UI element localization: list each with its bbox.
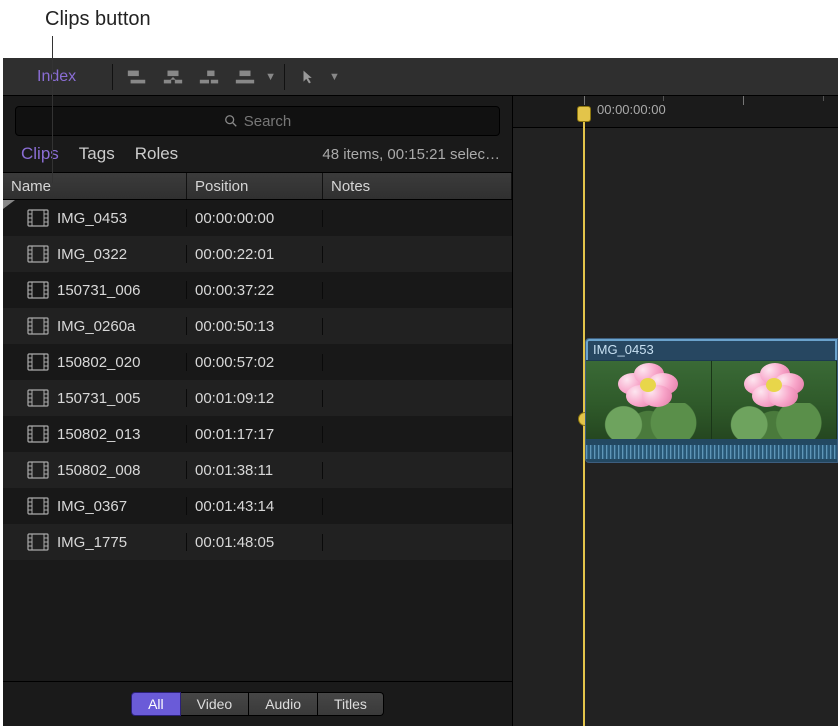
timeline-viewer[interactable]: 00:00:00:00 IMG_0453: [513, 96, 838, 726]
column-header-name[interactable]: Name: [3, 173, 187, 199]
clip-title: IMG_0453: [586, 339, 837, 361]
table-row[interactable]: 150802_008 00:01:38:11: [3, 452, 512, 488]
clip-position: 00:00:50:13: [187, 318, 323, 335]
filter-video-button[interactable]: Video: [181, 692, 250, 716]
index-button[interactable]: Index: [9, 64, 104, 90]
clip-position: 00:00:57:02: [187, 354, 323, 371]
chevron-down-icon[interactable]: ▼: [265, 71, 276, 83]
table-row[interactable]: IMG_1775 00:01:48:05: [3, 524, 512, 560]
clip-name: IMG_0260a: [57, 318, 135, 335]
ruler-tick: [823, 96, 824, 101]
clip-name: 150802_020: [57, 354, 140, 371]
timecode-label: 00:00:00:00: [597, 102, 666, 117]
selection-status: 48 items, 00:15:21 selec…: [322, 146, 500, 163]
clip-thumbnail: [586, 361, 712, 439]
ruler-tick: [743, 96, 744, 105]
table-row[interactable]: 150731_005 00:01:09:12: [3, 380, 512, 416]
toolbar-divider: [284, 64, 285, 90]
table-row[interactable]: IMG_0367 00:01:43:14: [3, 488, 512, 524]
clip-thumbnail: [712, 361, 838, 439]
clip-position: 00:01:38:11: [187, 462, 323, 479]
search-icon: [224, 114, 238, 128]
search-input[interactable]: Search: [15, 106, 500, 136]
ruler-tick: [663, 96, 664, 101]
chevron-down-icon[interactable]: ▼: [329, 71, 340, 83]
toolbar-divider: [112, 64, 113, 90]
callout-label: Clips button: [45, 8, 151, 31]
table-row[interactable]: IMG_0453 00:00:00:00: [3, 200, 512, 236]
clip-position: 00:01:43:14: [187, 498, 323, 515]
clip-position: 00:01:48:05: [187, 534, 323, 551]
ruler-tick: [584, 96, 585, 105]
callout-line: [52, 36, 53, 183]
timeline-index-panel: Search Clips Tags Roles 48 items, 00:15:…: [3, 96, 513, 726]
table-row[interactable]: IMG_0260a 00:00:50:13: [3, 308, 512, 344]
table-row[interactable]: 150731_006 00:00:37:22: [3, 272, 512, 308]
select-tool-icon[interactable]: [297, 68, 321, 86]
audio-waveform: [586, 439, 837, 463]
clip-name: IMG_0322: [57, 246, 127, 263]
playhead-handle[interactable]: [577, 106, 591, 122]
clip-name: 150731_005: [57, 390, 140, 407]
clip-position: 00:01:09:12: [187, 390, 323, 407]
clip-thumbnails: [586, 361, 837, 439]
connect-clip-icon[interactable]: [125, 68, 149, 86]
column-header-position[interactable]: Position: [187, 173, 323, 199]
table-row[interactable]: 150802_013 00:01:17:17: [3, 416, 512, 452]
clip-position: 00:01:17:17: [187, 426, 323, 443]
timeline-clip[interactable]: IMG_0453: [585, 338, 838, 463]
insert-clip-icon[interactable]: [161, 68, 185, 86]
filmstrip-icon: [27, 533, 49, 551]
filmstrip-icon: [27, 209, 49, 227]
tab-tags[interactable]: Tags: [79, 144, 115, 164]
filter-titles-button[interactable]: Titles: [318, 692, 384, 716]
filmstrip-icon: [27, 461, 49, 479]
filmstrip-icon: [27, 317, 49, 335]
filter-buttons: All Video Audio Titles: [3, 681, 512, 726]
clip-position: 00:00:22:01: [187, 246, 323, 263]
tab-roles[interactable]: Roles: [135, 144, 178, 164]
filter-all-button[interactable]: All: [131, 692, 181, 716]
filmstrip-icon: [27, 245, 49, 263]
filmstrip-icon: [27, 281, 49, 299]
clip-name: 150802_008: [57, 462, 140, 479]
clip-name: IMG_1775: [57, 534, 127, 551]
filter-audio-button[interactable]: Audio: [249, 692, 318, 716]
column-header-notes[interactable]: Notes: [323, 173, 512, 199]
append-clip-icon[interactable]: [197, 68, 221, 86]
ruler[interactable]: 00:00:00:00: [513, 96, 838, 128]
filmstrip-icon: [27, 353, 49, 371]
filmstrip-icon: [27, 425, 49, 443]
clip-position: 00:00:00:00: [187, 210, 323, 227]
clip-name: IMG_0367: [57, 498, 127, 515]
filmstrip-icon: [27, 497, 49, 515]
selection-marker-icon: [3, 200, 15, 209]
table-row[interactable]: 150802_020 00:00:57:02: [3, 344, 512, 380]
tab-clips[interactable]: Clips: [21, 144, 59, 164]
clips-table: IMG_0453 00:00:00:00 IMG_0322 00:00:22:0…: [3, 200, 512, 681]
search-placeholder: Search: [244, 113, 292, 130]
overwrite-clip-icon[interactable]: [233, 68, 257, 86]
clip-position: 00:00:37:22: [187, 282, 323, 299]
filmstrip-icon: [27, 389, 49, 407]
toolbar: Index ▼ ▼: [3, 58, 838, 96]
clip-name: 150731_006: [57, 282, 140, 299]
fcp-window: Index ▼ ▼: [3, 58, 838, 726]
index-tabs: Clips Tags Roles 48 items, 00:15:21 sele…: [3, 142, 512, 172]
clip-name: IMG_0453: [57, 210, 127, 227]
table-header: Name Position Notes: [3, 172, 512, 200]
table-row[interactable]: IMG_0322 00:00:22:01: [3, 236, 512, 272]
clip-name: 150802_013: [57, 426, 140, 443]
